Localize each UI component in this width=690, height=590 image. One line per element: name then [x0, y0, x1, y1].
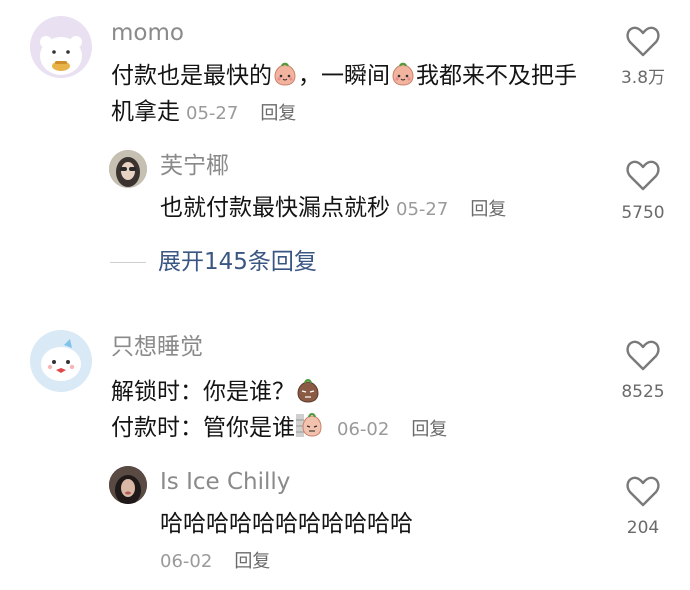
comment-text-part: 解锁时：你是谁？ — [111, 379, 295, 405]
like-heart-icon[interactable] — [625, 338, 661, 372]
reply-button[interactable]: 回复 — [411, 419, 447, 440]
avatar[interactable] — [30, 16, 92, 78]
comment-line: 解锁时：你是谁？ — [111, 374, 591, 410]
comment-text-part: 付款时：管你是谁 — [111, 415, 295, 441]
reply-username[interactable]: 芙宁椰 — [160, 155, 229, 178]
reply-text: 哈哈哈哈哈哈哈哈哈哈哈 06-02 回复 — [160, 506, 590, 580]
avatar-image — [109, 466, 147, 504]
comment-text-part: ，一瞬间 — [298, 63, 390, 89]
reply-text-content: 也就付款最快漏点就秒 — [160, 195, 390, 221]
reply-button[interactable]: 回复 — [234, 551, 270, 572]
peach-face-icon — [274, 62, 296, 86]
expand-replies-link[interactable]: 展开145条回复 — [158, 251, 317, 274]
comment-line: 付款时：管你是谁 06-02 回复 — [111, 410, 591, 448]
avatar-image — [30, 330, 92, 392]
like-count: 8525 — [621, 382, 665, 402]
peach-face-icon — [392, 62, 414, 86]
comment-date: 06-02 — [337, 419, 390, 440]
comment-text: 付款也是最快的 ，一瞬间 我都来不及把手机拿走 05-27 回复 — [111, 58, 591, 132]
avatar[interactable] — [109, 150, 147, 188]
comment-date: 05-27 — [186, 103, 239, 124]
reply-button[interactable]: 回复 — [470, 199, 506, 220]
avatar-image — [30, 16, 92, 78]
reply-text: 也就付款最快漏点就秒 05-27 回复 — [160, 190, 600, 228]
like-count: 3.8万 — [620, 68, 666, 88]
reply-button[interactable]: 回复 — [260, 103, 296, 124]
like-heart-icon[interactable] — [625, 158, 661, 192]
comment-text-part: 付款也是最快的 — [111, 63, 272, 89]
avatar-image — [109, 150, 147, 188]
reply-text-content: 哈哈哈哈哈哈哈哈哈哈哈 — [160, 511, 413, 537]
avatar[interactable] — [30, 330, 92, 392]
reply-username[interactable]: Is Ice Chilly — [160, 471, 290, 494]
like-heart-icon[interactable] — [625, 474, 661, 508]
like-count: 204 — [626, 518, 660, 538]
reply-date: 05-27 — [396, 199, 449, 220]
like-count: 5750 — [621, 203, 665, 223]
comment-username[interactable]: momo — [111, 22, 184, 45]
like-heart-icon[interactable] — [625, 24, 661, 58]
peeking-peach-icon — [296, 413, 322, 437]
comment-username[interactable]: 只想睡觉 — [111, 336, 203, 359]
suspicious-peach-icon — [297, 379, 319, 403]
comment-text: 解锁时：你是谁？ 付款时：管你是谁 06-02 回复 — [111, 374, 591, 448]
avatar[interactable] — [109, 466, 147, 504]
reply-date: 06-02 — [160, 551, 213, 572]
expand-divider — [110, 262, 146, 263]
